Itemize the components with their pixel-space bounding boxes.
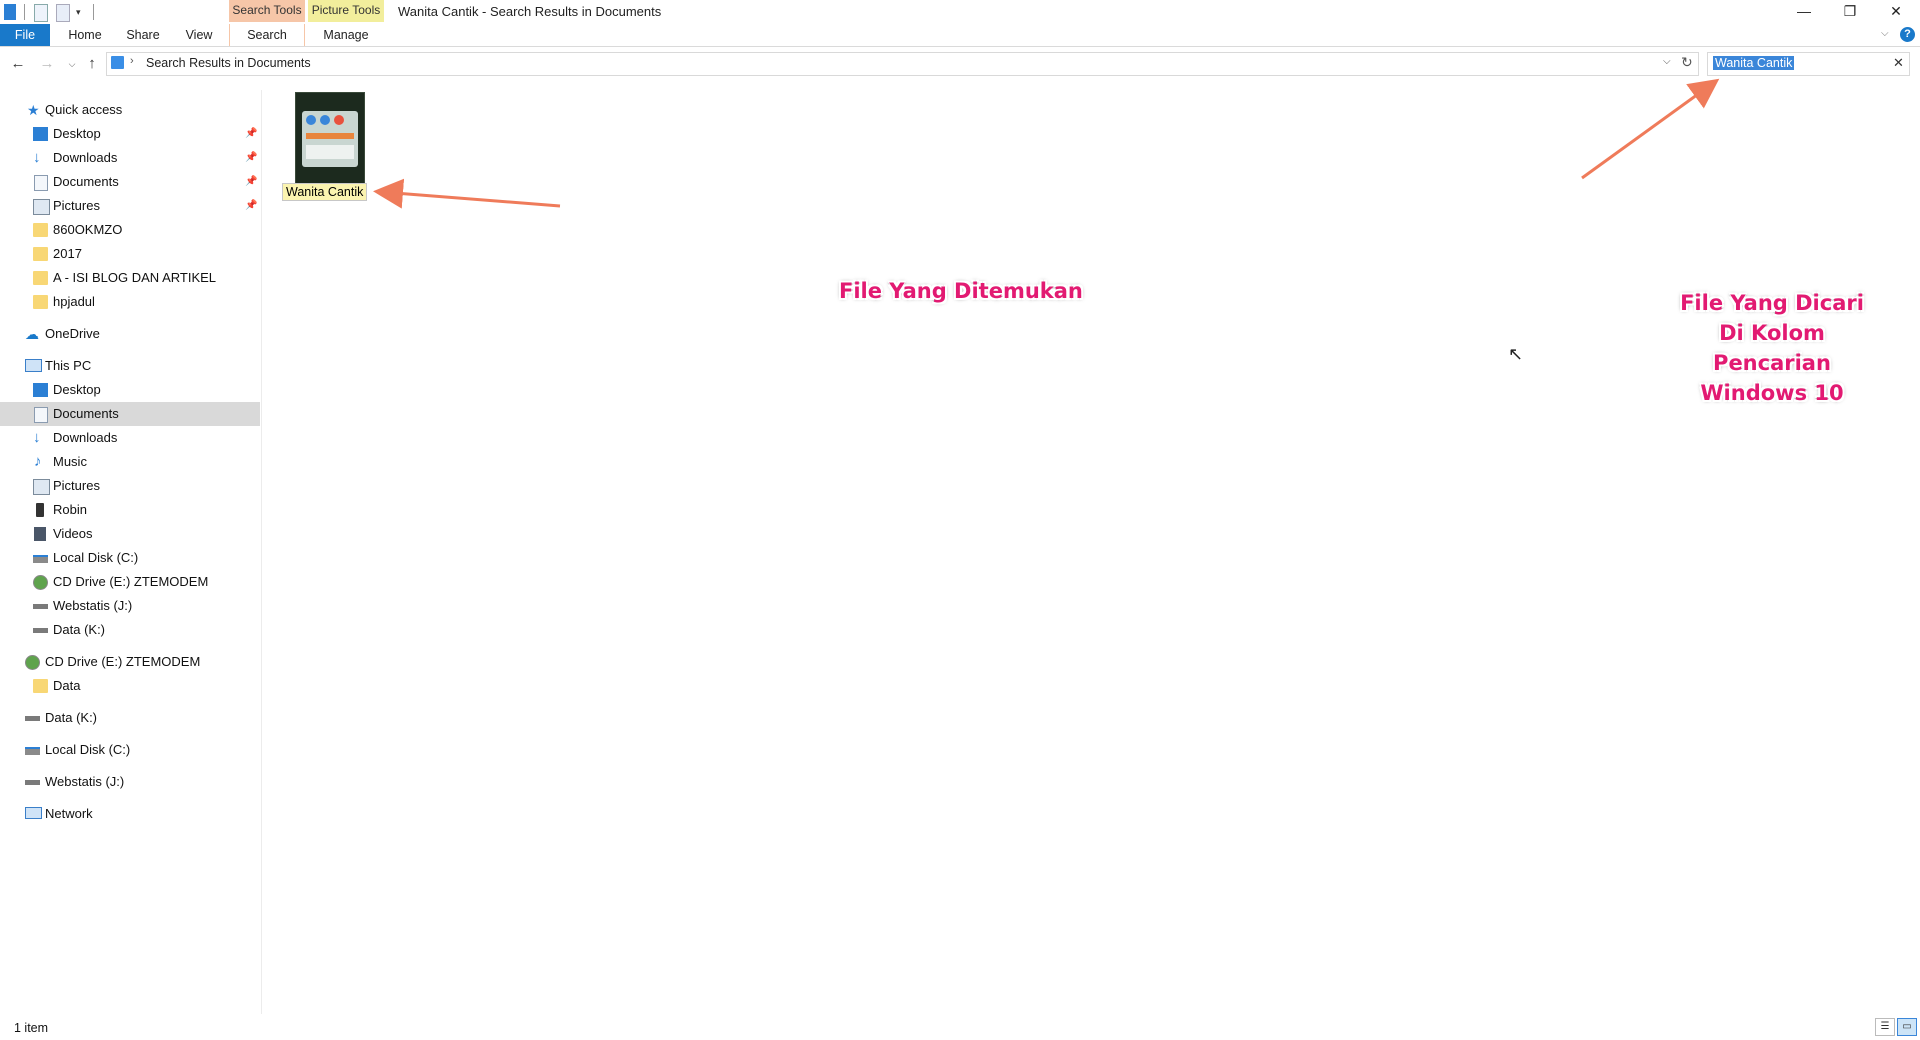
arrow-to-file: [373, 178, 561, 209]
item-count: 1 item: [14, 1021, 49, 1035]
large-icons-view-icon[interactable]: ▭: [1897, 1018, 1917, 1036]
arrow-to-search-box: [1581, 78, 1720, 180]
details-view-icon[interactable]: ☰: [1875, 1018, 1895, 1036]
status-bar: 1 item ☰ ▭: [0, 1014, 1920, 1040]
annotation-arrows: [373, 78, 1720, 209]
